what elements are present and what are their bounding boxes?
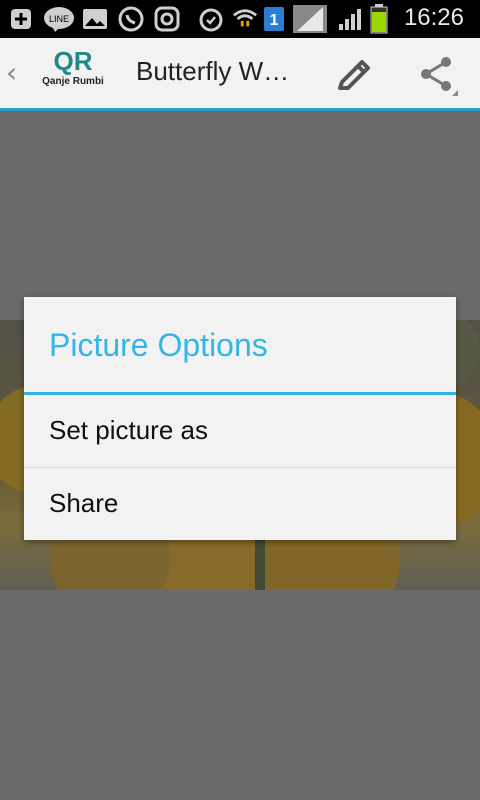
status-time: 16:26 <box>403 4 464 31</box>
logo-name: Qanje Rumbi <box>42 76 104 87</box>
pencil-icon <box>338 60 370 90</box>
share-icon <box>421 57 458 96</box>
battery-icon <box>368 4 390 34</box>
svg-text:1: 1 <box>270 12 279 29</box>
picture-options-dialog: Picture Options Set picture as Share <box>24 297 456 540</box>
share-button[interactable] <box>414 52 458 96</box>
wifi-icon <box>232 6 258 32</box>
edit-button[interactable] <box>334 52 374 92</box>
logo-mark: QR <box>53 46 93 76</box>
dimmed-background <box>0 590 480 800</box>
app-logo[interactable]: QR Qanje Rumbi <box>40 46 106 100</box>
whatsapp-icon <box>118 6 144 32</box>
alarm-icon <box>198 6 224 32</box>
svg-text:LINE: LINE <box>49 14 69 24</box>
share-option[interactable]: Share <box>24 468 456 540</box>
action-bar: ‹ QR Qanje Rumbi Butterfly W… <box>0 38 480 111</box>
back-chevron-icon[interactable]: ‹ <box>6 56 17 89</box>
instagram-icon <box>154 6 180 32</box>
line-icon: LINE <box>42 6 76 32</box>
signal-icon <box>292 5 328 33</box>
set-picture-as-option[interactable]: Set picture as <box>24 395 456 467</box>
status-bar: LINE 1 16:26 <box>0 0 480 38</box>
dialog-title: Picture Options <box>49 327 268 363</box>
page-title: Butterfly W… <box>136 56 290 86</box>
add-icon <box>8 6 34 32</box>
sim-1-icon: 1 <box>262 6 286 32</box>
option-label: Set picture as <box>49 415 208 445</box>
option-label: Share <box>49 488 119 518</box>
dimmed-background <box>0 111 480 321</box>
signal-icon <box>336 6 366 32</box>
gallery-icon <box>82 6 108 32</box>
